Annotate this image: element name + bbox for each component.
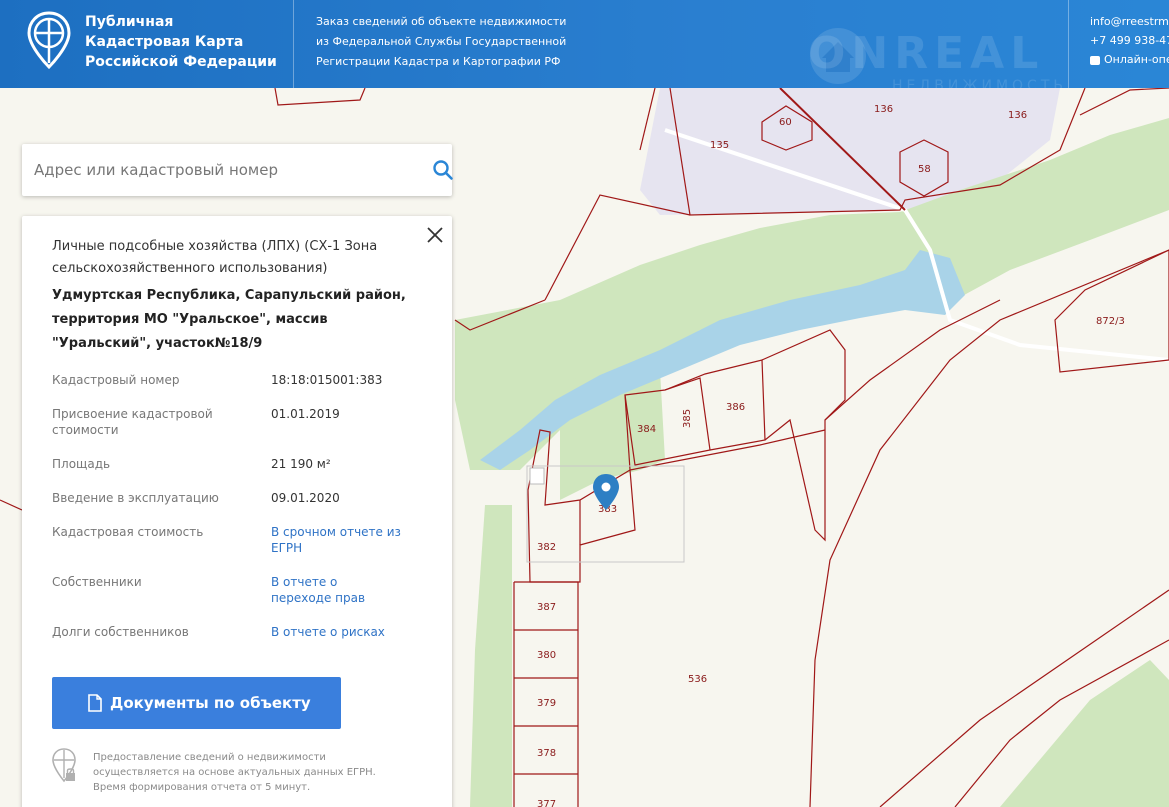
brand-line-3: Российской Федерации [85, 54, 277, 70]
plot-label[interactable]: 58 [918, 164, 931, 175]
brand-title[interactable]: Публичная Кадастровая Карта Российской Ф… [85, 12, 277, 72]
desc-line-1: Заказ сведений об объекте недвижимости [316, 15, 567, 28]
document-icon [88, 694, 102, 712]
valuation-date-label: Присвоение кадастровой стоимости [52, 407, 213, 437]
commissioning-label: Введение в эксплуатацию [52, 491, 219, 505]
close-icon[interactable] [424, 224, 446, 246]
plot-label[interactable]: 377 [537, 799, 556, 807]
contact-phone[interactable]: +7 499 938-47-7 [1090, 31, 1169, 50]
plot-label[interactable]: 136 [1008, 110, 1027, 121]
forest-area [470, 505, 512, 807]
header-contacts: info@rreestrma +7 499 938-47-7 Онлайн-оп… [1090, 12, 1169, 69]
owners-label: Собственники [52, 575, 142, 589]
brand-line-1: Публичная [85, 14, 174, 30]
cadastral-value-link[interactable]: В срочном отчете из ЕГРН [271, 524, 401, 556]
plot-label[interactable]: 384 [637, 424, 656, 435]
object-documents-button[interactable]: Документы по объекту [52, 677, 341, 729]
plot-label[interactable]: 379 [537, 698, 556, 709]
search-box [22, 144, 454, 196]
area-value: 21 190 м² [271, 457, 331, 471]
secure-globe-icon [52, 748, 76, 783]
chat-icon [1090, 55, 1100, 65]
search-input[interactable] [34, 144, 404, 196]
plot-label[interactable]: 60 [779, 117, 792, 128]
watermark-subtext: НЕДВИЖИМОСТЬ [892, 78, 1067, 88]
map-pin-globe-logo-icon[interactable] [26, 11, 72, 69]
plot-label[interactable]: 136 [874, 104, 893, 115]
documents-button-label: Документы по объекту [110, 694, 311, 712]
header: Публичная Кадастровая Карта Российской Ф… [0, 0, 1169, 88]
header-divider [293, 0, 294, 88]
broken-image-icon [529, 467, 545, 485]
object-info-panel: Личные подсобные хозяйства (ЛПХ) (СХ-1 З… [22, 216, 452, 807]
plot-label[interactable]: 382 [537, 542, 556, 553]
owner-debts-link[interactable]: В отчете о рисках [271, 624, 441, 640]
valuation-date-value: 01.01.2019 [271, 407, 340, 421]
plot-label[interactable]: 387 [537, 602, 556, 613]
contact-email[interactable]: info@rreestrma [1090, 12, 1169, 31]
brand-line-2: Кадастровая Карта [85, 34, 244, 50]
land-use-type: Личные подсобные хозяйства (ЛПХ) (СХ-1 З… [52, 239, 378, 276]
cadastral-number-label: Кадастровый номер [52, 373, 180, 387]
header-divider [1068, 0, 1069, 88]
disclaimer-note: Предоставление сведений о недвижимости о… [93, 752, 376, 793]
commissioning-value: 09.01.2020 [271, 491, 340, 505]
plot-label[interactable]: 385 [682, 409, 693, 428]
plot-label[interactable]: 536 [688, 674, 707, 685]
desc-line-3: Регистрации Кадастра и Картографии РФ [316, 55, 561, 68]
cadastral-value-label: Кадастровая стоимость [52, 525, 204, 539]
forest-area [1000, 660, 1169, 807]
plot-label[interactable]: 386 [726, 402, 745, 413]
plot-label[interactable]: 378 [537, 748, 556, 759]
plot-label[interactable]: 380 [537, 650, 556, 661]
online-chat-link[interactable]: Онлайн-опе [1090, 50, 1169, 69]
cadastral-number-value: 18:18:015001:383 [271, 373, 383, 387]
online-chat-label: Онлайн-опе [1104, 53, 1169, 66]
desc-line-2: из Федеральной Службы Государственной [316, 35, 567, 48]
search-icon[interactable] [432, 159, 454, 181]
watermark-text: ONREAL [808, 28, 1045, 79]
header-description: Заказ сведений об объекте недвижимости и… [316, 12, 566, 72]
object-address: Удмуртская Республика, Сарапульский райо… [52, 288, 406, 351]
plot-label[interactable]: 872/3 [1096, 316, 1125, 327]
owner-debts-label: Долги собственников [52, 625, 189, 639]
plot-label[interactable]: 135 [710, 140, 729, 151]
owners-link[interactable]: В отчете о переходе прав [271, 574, 391, 606]
area-label: Площадь [52, 457, 111, 471]
